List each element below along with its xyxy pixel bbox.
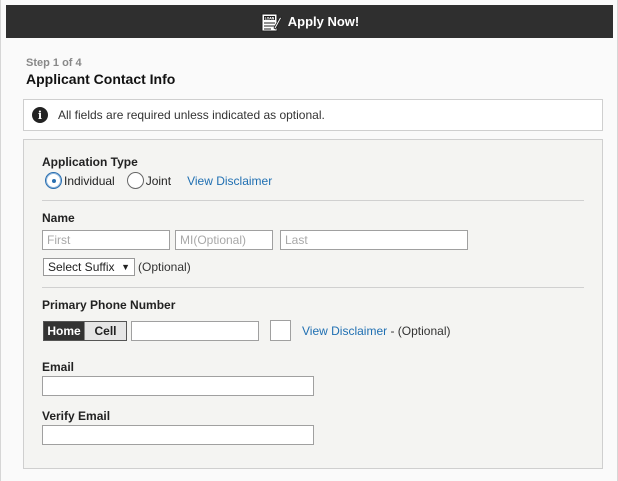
phone-consent-checkbox[interactable] — [270, 320, 291, 341]
chevron-down-icon: ▼ — [121, 262, 130, 272]
name-label: Name — [42, 211, 75, 225]
middle-initial-input[interactable] — [175, 230, 273, 250]
verify-email-input[interactable] — [42, 425, 314, 445]
verify-email-label: Verify Email — [42, 409, 111, 423]
loan-icon-text: LOAN — [264, 16, 274, 20]
phone-disclaimer-link[interactable]: View Disclaimer — [302, 324, 387, 338]
application-type-options: Individual Joint View Disclaimer — [45, 172, 272, 189]
application-type-disclaimer-link[interactable]: View Disclaimer — [187, 174, 272, 188]
section-divider — [42, 200, 584, 201]
suffix-optional-text: (Optional) — [138, 260, 191, 274]
application-type-label: Application Type — [42, 155, 138, 169]
suffix-select-value: Select Suffix — [48, 260, 115, 274]
header-title[interactable]: Apply Now! — [288, 14, 360, 29]
home-phone-button[interactable]: Home — [44, 322, 84, 340]
required-fields-notice: i All fields are required unless indicat… — [23, 99, 603, 131]
info-icon: i — [32, 107, 48, 123]
joint-radio[interactable] — [126, 172, 144, 189]
phone-number-input[interactable] — [131, 321, 259, 341]
phone-disclaimer: View Disclaimer - (Optional) — [302, 324, 451, 338]
first-name-input[interactable] — [42, 230, 170, 250]
email-input[interactable] — [42, 376, 314, 396]
individual-radio[interactable] — [45, 172, 62, 189]
suffix-select[interactable]: Select Suffix ▼ — [43, 258, 135, 276]
individual-radio-label[interactable]: Individual — [64, 174, 115, 188]
phone-optional-text: - (Optional) — [387, 324, 451, 338]
section-divider — [42, 287, 584, 288]
email-label: Email — [42, 360, 75, 374]
cell-phone-button[interactable]: Cell — [84, 322, 126, 340]
loan-application-icon: LOAN — [260, 11, 282, 33]
step-indicator: Step 1 of 4 — [26, 57, 82, 69]
notice-message: All fields are required unless indicated… — [58, 108, 325, 122]
application-page: LOAN Apply Now! Step 1 of 4 Applicant Co… — [0, 0, 618, 481]
contact-info-form: Application Type Individual Joint View D… — [23, 139, 603, 469]
phone-type-toggle: Home Cell — [43, 321, 127, 341]
page-title: Applicant Contact Info — [26, 71, 176, 87]
last-name-input[interactable] — [280, 230, 468, 250]
apply-now-header: LOAN Apply Now! — [6, 5, 613, 38]
phone-label: Primary Phone Number — [42, 298, 176, 312]
joint-radio-label[interactable]: Joint — [146, 174, 171, 188]
